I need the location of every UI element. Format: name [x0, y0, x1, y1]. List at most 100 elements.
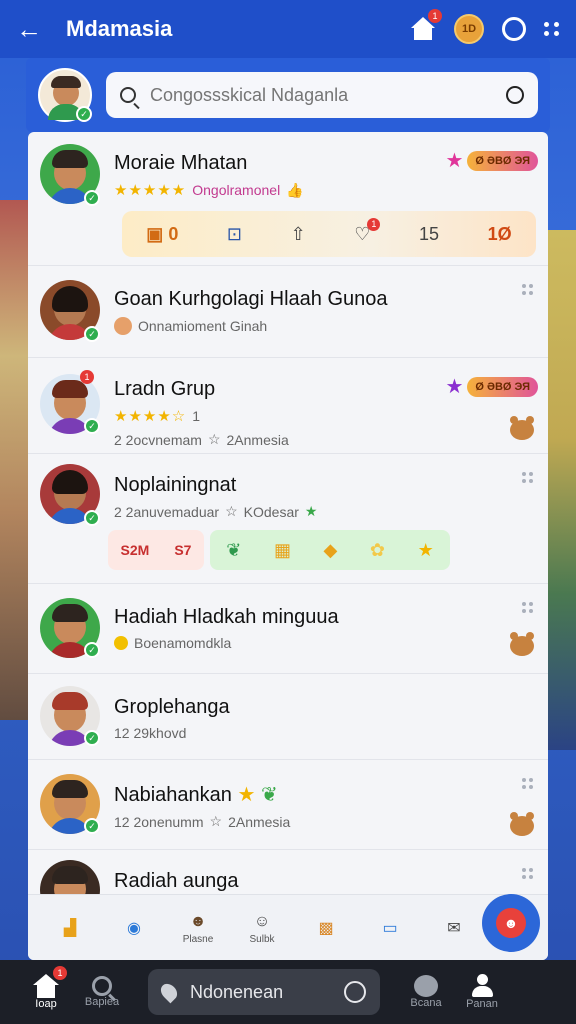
floating-action-button[interactable]: ☻	[482, 894, 540, 952]
nav-chat-label: Bcana	[410, 997, 442, 1009]
search-icon	[120, 87, 136, 103]
microphone-icon[interactable]	[506, 86, 524, 104]
gift-count-b: S7	[174, 542, 192, 558]
home-notification-badge: 1	[53, 966, 67, 980]
verified-check-icon: ✓	[84, 190, 100, 206]
drag-handle-icon[interactable]	[522, 472, 534, 483]
circle-icon[interactable]	[502, 17, 526, 41]
star-icon: ★	[445, 376, 464, 398]
nav-search[interactable]: Bapiea	[74, 976, 130, 1008]
home-icon[interactable]: 1	[410, 9, 442, 41]
share-icon[interactable]: ⇧	[291, 224, 306, 245]
meta-left: 2 2anuvemaduar	[114, 503, 220, 520]
quick-gift-button[interactable]: ▩	[294, 916, 358, 940]
item-subtitle-text: Boenamomdkla	[134, 635, 232, 651]
item-name: Radiah aunga	[114, 870, 239, 892]
bar-chart-icon: ▟	[63, 919, 77, 937]
star-outline-icon: ☆	[207, 431, 221, 447]
leaf-icon: ❦	[260, 784, 278, 806]
item-subtitle-text: Ongolramonel	[192, 182, 281, 198]
my-avatar[interactable]: ✓	[38, 68, 92, 122]
meta-left: 2 2ocvnemam	[114, 431, 202, 448]
character-icon: ☻	[189, 913, 207, 930]
list-item[interactable]: ✓ Noplainingnat 2 2anuvemaduar ☆ KOdesar…	[28, 454, 548, 584]
gift-count-a: S2M	[120, 542, 150, 558]
thumb-icon: 👍	[286, 181, 304, 198]
gift-box-icon[interactable]: ▦	[274, 540, 291, 561]
crate-icon[interactable]: ◆	[324, 540, 338, 561]
badge-text: Ø ƏBØ ЭЯ	[467, 376, 538, 397]
verified-check-icon: ✓	[84, 730, 100, 746]
verified-check-icon: ✓	[84, 642, 100, 658]
bag-icon[interactable]: ✿	[370, 540, 385, 561]
warning-value[interactable]: 1Ø	[488, 224, 512, 245]
leaf-icon[interactable]: ❦	[226, 540, 241, 561]
nav-profile[interactable]: Panan	[454, 974, 510, 1010]
quick-message-button[interactable]: ✉	[422, 916, 486, 940]
item-rating: ★★★★☆ 1	[114, 407, 536, 425]
coin-icon	[114, 636, 128, 650]
coin-icon[interactable]: 1D	[454, 14, 484, 44]
gift-counter[interactable]: S2M S7	[108, 530, 204, 570]
list-item[interactable]: ✓ Hadiah Hladkah minguua Boenamomdkla	[28, 584, 548, 674]
star-gift-icon[interactable]: ★	[418, 540, 434, 561]
bear-icon	[510, 632, 534, 656]
contact-list-panel: ✓ Moraie Mhatan ★★★★★ Ongolramonel 👍 ★ Ø…	[28, 132, 548, 960]
counter-action[interactable]: ▣ 0	[146, 224, 178, 245]
meta-left: 12 29khovd	[114, 725, 187, 741]
meta-left: 12 2onenumm	[114, 813, 204, 830]
drag-handle-icon[interactable]	[522, 602, 534, 613]
heart-icon[interactable]: ♡ 1	[354, 217, 381, 245]
star-icon: ★	[445, 150, 464, 172]
location-search-pill[interactable]: Ndonenean	[148, 969, 380, 1015]
quick-label: Plasne	[182, 934, 214, 945]
item-subtitle: ★★★★★ Ongolramonel 👍	[114, 181, 536, 200]
badge-text: Ø ƏBØ ЭЯ	[467, 150, 538, 171]
edit-icon[interactable]: ⊡	[227, 224, 242, 245]
quick-toolbar: ▟ ◉ ☻ Plasne ☺ Sulbk ▩ ▭ ✉ ☻	[28, 894, 548, 960]
message-icon: ✉	[447, 919, 461, 937]
item-name: Hadiah Hladkah minguua	[114, 606, 339, 628]
quick-smile-button[interactable]: ☺ Sulbk	[230, 910, 294, 945]
quick-folder-button[interactable]: ▭	[358, 916, 422, 940]
search-circle-icon[interactable]	[344, 981, 366, 1003]
top-app-bar: ← Mdamasia 1 1D	[0, 0, 576, 58]
list-item[interactable]: ✓ Goan Kurhgolagi Hlaah Gunoa Onnamiomen…	[28, 266, 548, 358]
heart-badge: 1	[367, 217, 381, 231]
quick-plasne-button[interactable]: ☻ Plasne	[166, 910, 230, 945]
search-box[interactable]	[106, 72, 538, 118]
back-arrow-icon[interactable]: ←	[16, 14, 56, 45]
list-item[interactable]: ✓ Nabiahankan ★ ❦ 12 2onenumm ☆ 2Anmesia	[28, 760, 548, 850]
item-subtitle-text: Onnamioment Ginah	[138, 318, 268, 334]
list-item[interactable]: ✓ Moraie Mhatan ★★★★★ Ongolramonel 👍 ★ Ø…	[28, 132, 548, 266]
item-meta: 12 2onenumm ☆ 2Anmesia	[114, 813, 536, 830]
nav-home[interactable]: 1 Ioap	[18, 966, 74, 1010]
meta-right: KOdesar	[243, 503, 299, 520]
nav-chat[interactable]: Bcana	[398, 975, 454, 1009]
gift-items: ❦ ▦ ◆ ✿ ★	[210, 530, 450, 570]
verified-check-icon: ✓	[84, 818, 100, 834]
drag-handle-icon[interactable]	[522, 778, 534, 789]
item-meta: 2 2ocvnemam ☆ 2Anmesia	[114, 431, 536, 448]
quick-chart-button[interactable]: ▟	[38, 916, 102, 940]
drag-handle-icon[interactable]	[522, 868, 534, 879]
rating-count: 1	[192, 408, 201, 424]
list-item[interactable]: 1 ✓ Lradn Grup ★★★★☆ 1 2 2ocvnemam ☆ 2An…	[28, 358, 548, 454]
location-pin-icon	[157, 980, 181, 1004]
gift-basket-icon: ▩	[318, 919, 334, 937]
item-name: Goan Kurhgolagi Hlaah Gunoa	[114, 288, 388, 310]
count-value: 15	[419, 223, 440, 244]
search-icon	[92, 976, 112, 996]
verified-check-icon: ✓	[84, 418, 100, 434]
list-item[interactable]: ✓ Groplehanga 12 29khovd	[28, 674, 548, 760]
drag-handle-icon[interactable]	[522, 284, 534, 295]
quick-compass-button[interactable]: ◉	[102, 916, 166, 940]
chat-bubble-icon	[414, 975, 438, 997]
avatar-notification-badge: 1	[80, 370, 94, 384]
more-options-icon[interactable]	[544, 22, 560, 36]
search-input[interactable]	[150, 84, 506, 106]
item-meta: 2 2anuvemaduar ☆ KOdesar ★	[114, 503, 536, 520]
gift-row: S2M S7 ❦ ▦ ◆ ✿ ★	[108, 530, 536, 570]
meta-right: 2Anmesia	[228, 813, 291, 830]
bottom-navigation: 1 Ioap Bapiea Ndonenean Bcana Panan	[0, 960, 576, 1024]
